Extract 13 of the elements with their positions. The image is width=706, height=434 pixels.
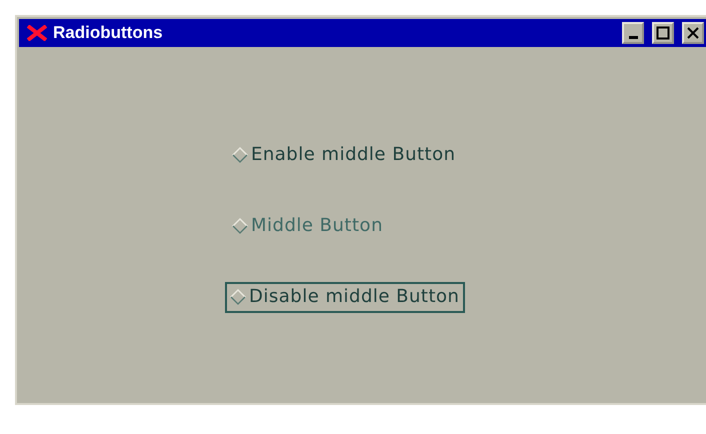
maximize-button[interactable] <box>652 22 674 44</box>
diamond-icon <box>229 288 247 306</box>
close-icon <box>686 26 700 40</box>
close-button[interactable] <box>682 22 704 44</box>
x-logo-icon <box>27 25 47 41</box>
minimize-button[interactable] <box>622 22 644 44</box>
maximize-icon <box>656 26 670 40</box>
radio-button[interactable]: Disable middle Button <box>225 282 466 313</box>
radio-button[interactable]: Enable middle Button <box>227 140 462 171</box>
window-title: Radiobuttons <box>53 23 164 43</box>
diamond-icon <box>231 216 249 234</box>
minimize-icon <box>628 36 638 38</box>
diamond-icon <box>231 146 249 164</box>
